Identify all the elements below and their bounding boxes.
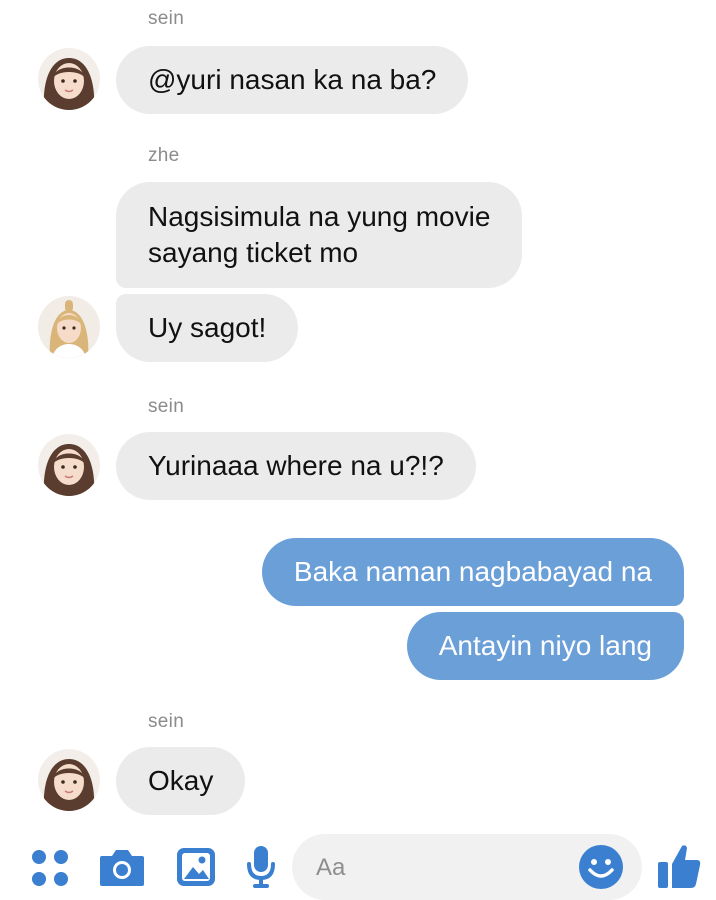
avatar-sein[interactable] [38,48,100,110]
thumbs-up-icon[interactable] [656,842,702,895]
message-bubble-incoming[interactable]: Uy sagot! [116,294,299,362]
avatar-zhe[interactable] [38,296,100,358]
avatar-sein[interactable] [38,434,100,496]
message-text-line: Nagsisimula na yung movie [148,201,491,232]
sender-name: zhe [148,145,180,166]
camera-icon[interactable] [98,846,146,893]
sender-name: sein [148,396,185,417]
avatar-sein[interactable] [38,749,100,811]
message-text: @yuri nasan ka na ba? [148,64,437,95]
apps-icon[interactable] [30,848,70,893]
message-text: Baka naman nagbabayad na [293,556,652,587]
message-text: Uy sagot! [148,312,267,343]
message-input-placeholder: Aa [316,854,346,881]
message-bubble-incoming[interactable]: Nagsisimula na yung movie sayang ticket … [116,182,523,288]
sender-name: sein [148,711,185,732]
message-text: Okay [148,765,214,796]
image-icon[interactable] [175,846,217,893]
message-text: Antayin niyo lang [438,630,652,661]
message-text-line: sayang ticket mo [148,237,359,268]
message-bubble-incoming[interactable]: Okay [116,747,246,815]
sender-name: sein [148,8,185,29]
microphone-icon[interactable] [246,844,276,895]
composer-bar: Aa [0,826,716,900]
message-bubble-outgoing[interactable]: Baka naman nagbabayad na [261,538,684,606]
message-input[interactable]: Aa [292,834,642,900]
emoji-icon[interactable] [578,844,624,895]
message-bubble-incoming[interactable]: Yurinaaa where na u?!? [116,432,476,500]
message-bubble-outgoing[interactable]: Antayin niyo lang [406,612,684,680]
message-text: Yurinaaa where na u?!? [148,450,444,481]
message-bubble-incoming[interactable]: @yuri nasan ka na ba? [116,46,469,114]
